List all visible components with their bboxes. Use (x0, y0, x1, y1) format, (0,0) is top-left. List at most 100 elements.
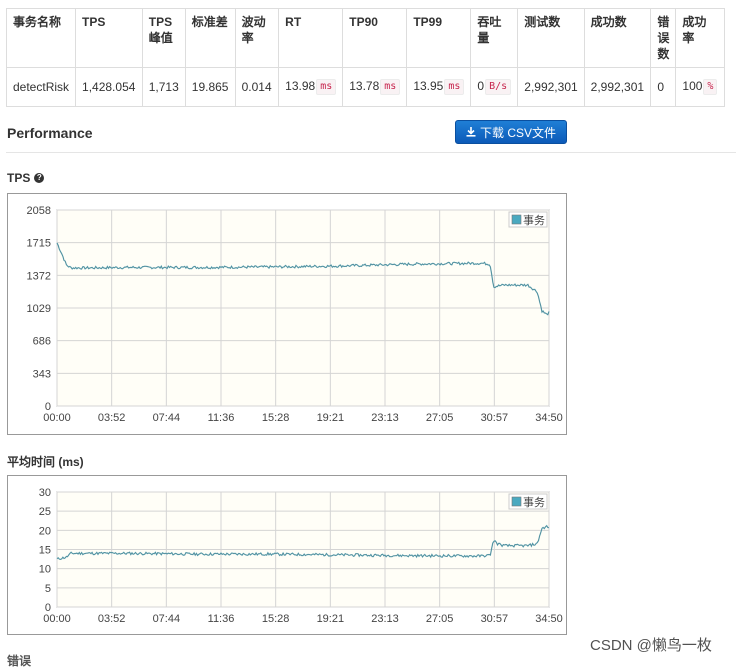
x-tick-label: 07:44 (153, 412, 181, 424)
table-cell: 1,713 (141, 67, 186, 107)
table-cell: 13.98 ms (278, 67, 344, 107)
x-tick-label: 30:57 (481, 412, 509, 424)
table-cell: detectRisk (5, 67, 77, 107)
cell-value: 2,992,301 (590, 80, 645, 94)
column-header[interactable]: 测试数 (517, 8, 585, 68)
download-icon (466, 127, 476, 137)
column-header[interactable]: 事务名称 (5, 8, 77, 68)
y-tick-label: 343 (33, 368, 51, 380)
column-header[interactable]: TP99 (406, 8, 472, 68)
help-icon[interactable]: ? (34, 173, 45, 183)
table-cell: 13.78 ms (342, 67, 408, 107)
y-tick-label: 1715 (27, 238, 51, 250)
y-tick-label: 1372 (27, 270, 51, 282)
tps-chart-svg: 2058171513721029686343000:00 03:52 07:44 11… (27, 205, 563, 424)
cell-value: 100 (682, 79, 703, 93)
x-tick-label: 27:05 (426, 613, 454, 625)
x-tick-label: 00:00 (43, 412, 71, 424)
column-header[interactable]: 错误数 (650, 8, 677, 68)
y-tick-label: 5 (45, 583, 51, 595)
cell-value: 13.98 (285, 79, 316, 93)
avg-time-chart: 30 25 20 15 10 5 0 00:00 03:52 07:44 11:36 15:28 19:… (7, 475, 567, 635)
column-header[interactable]: 成功数 (583, 8, 652, 68)
cell-value: 13.78 (349, 79, 380, 93)
performance-title: Performance (7, 125, 93, 141)
column-header[interactable]: 标准差 (184, 8, 236, 68)
table-cell: 0 (650, 67, 677, 107)
chart-legend: 事务 (508, 493, 548, 510)
x-tick-label: 23:13 (371, 412, 399, 424)
tps-chart-title-text: TPS (7, 171, 31, 185)
x-tick-label: 34:50 (535, 613, 563, 625)
x-tick-label: 15:28 (262, 613, 290, 625)
unit-badge: ms (380, 79, 401, 95)
avg-time-chart-title: 平均时间 (ms) (7, 453, 84, 470)
cell-value: 0 (477, 79, 485, 93)
y-tick-label: 10 (39, 564, 51, 576)
tps-chart-title: TPS ? (7, 171, 45, 185)
section-divider (6, 152, 736, 153)
legend-swatch (511, 496, 522, 507)
chart-legend: 事务 (508, 211, 548, 228)
download-csv-label: 下载 CSV文件 (479, 125, 556, 140)
cell-value: 13.95 (413, 79, 444, 93)
cell-value: 0.014 (241, 80, 272, 94)
cell-value: detectRisk (13, 80, 70, 94)
legend-label: 事务 (523, 214, 545, 227)
table-cell: 0.014 (234, 67, 280, 107)
table-cell: 13.95 ms (406, 67, 472, 107)
y-tick-label: 20 (39, 525, 51, 537)
x-tick-label: 00:00 (43, 613, 71, 625)
watermark: CSDN @懒鸟一枚 (590, 637, 712, 654)
x-tick-label: 07:44 (153, 613, 181, 625)
stats-table: 事务名称 TPS TPS 峰值 标准差 波动率 RT TP90 TP99 吞吐量测试数 成功数错误数… (5, 8, 725, 107)
table-cell: 0 B/s (470, 67, 519, 107)
y-tick-label: 686 (33, 336, 51, 348)
table-cell: 19.865 (184, 67, 236, 107)
unit-badge: % (703, 79, 718, 95)
table-cell: 1,428.054 (75, 67, 143, 107)
column-header[interactable]: TPS 峰值 (141, 8, 186, 68)
column-header[interactable]: TP90 (342, 8, 408, 68)
cell-value: 1,428.054 (82, 80, 136, 94)
cell-value: 19.865 (191, 80, 229, 94)
avg-time-chart-title-text: 平均时间 (ms) (7, 455, 84, 469)
y-tick-label: 30 (39, 487, 51, 499)
legend-label: 事务 (523, 496, 545, 509)
cell-value: 0 (657, 80, 665, 94)
x-tick-label: 27:05 (426, 412, 454, 424)
x-tick-label: 03:52 (98, 613, 126, 625)
x-tick-label: 19:21 (317, 613, 345, 625)
avg-time-chart-svg: 30252015105000:00 03:52 07:44 11:36 15:28 19:… (39, 487, 563, 625)
x-tick-label: 11:36 (208, 412, 235, 424)
x-tick-label: 19:21 (317, 412, 345, 424)
unit-badge: B/s (485, 79, 512, 95)
y-tick-label: 15 (39, 545, 51, 557)
stats-header-row: 事务名称 TPS TPS 峰值 标准差 波动率 RT TP90 TP99 吞吐量测试数 成功数错误数… (5, 8, 725, 68)
x-tick-label: 34:50 (535, 412, 563, 424)
table-cell: 100% (675, 67, 725, 107)
table-cell: 2,992,301 (583, 67, 652, 107)
x-tick-label: 23:13 (371, 613, 399, 625)
legend-swatch (511, 214, 522, 225)
cell-value: 1,713 (148, 80, 179, 94)
table-row: detectRisk 1,428.054 1,713 19.865 0.014 13.98… (5, 67, 725, 107)
cell-value: 2,992,301 (524, 80, 578, 94)
unit-badge: ms (444, 79, 465, 95)
x-tick-label: 30:57 (481, 613, 509, 625)
x-tick-label: 03:52 (98, 412, 126, 424)
y-tick-label: 25 (39, 506, 51, 518)
download-csv-button[interactable]: 下载 CSV文件 (455, 120, 567, 144)
column-header[interactable]: TPS (75, 8, 143, 68)
column-header[interactable]: 吞吐量 (470, 8, 519, 68)
unit-badge: ms (316, 79, 337, 95)
column-header[interactable]: RT (278, 8, 344, 68)
tps-chart: 2058 1715 1372 1029 686 343 0 00:00 03:52 07:44 11… (7, 193, 567, 435)
column-header[interactable]: 成功率 (675, 8, 725, 68)
x-tick-label: 11:36 (208, 613, 235, 625)
y-tick-label: 1029 (27, 303, 51, 315)
y-tick-label: 2058 (27, 205, 51, 217)
x-tick-label: 15:28 (262, 412, 290, 424)
table-cell: 2,992,301 (517, 67, 585, 107)
column-header[interactable]: 波动率 (234, 8, 280, 68)
